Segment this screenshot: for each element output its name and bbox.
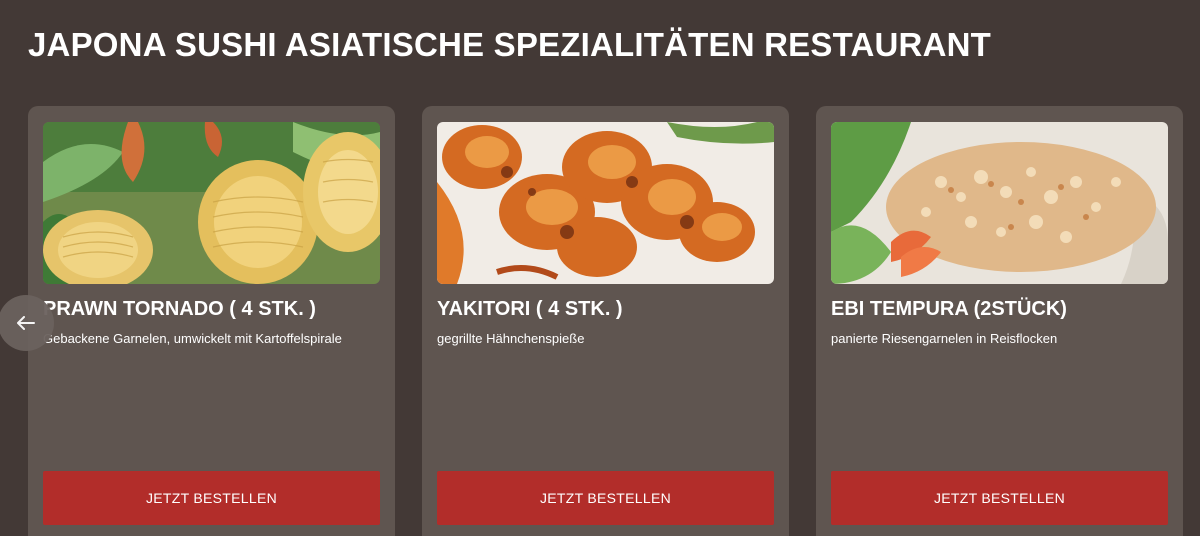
prawn-tornado-image (43, 122, 380, 284)
order-button[interactable]: JETZT BESTELLEN (437, 471, 774, 525)
menu-card-prawn-tornado: PRAWN TORNADO ( 4 STK. ) Gebackene Garne… (28, 106, 395, 536)
menu-card-yakitori: YAKITORI ( 4 STK. ) gegrillte Hähnchensp… (422, 106, 789, 536)
card-title: EBI TEMPURA (2STÜCK) (831, 298, 1067, 320)
page-title: JAPONA SUSHI ASIATISCHE SPEZIALITÄTEN RE… (28, 26, 991, 63)
prawn-tornado-photo (43, 122, 380, 284)
order-button[interactable]: JETZT BESTELLEN (43, 471, 380, 525)
menu-card-ebi-tempura: EBI TEMPURA (2STÜCK) panierte Riesengarn… (816, 106, 1183, 536)
arrow-left-icon (17, 316, 35, 330)
ebi-tempura-photo (831, 122, 1168, 284)
carousel-prev-button[interactable] (0, 295, 54, 351)
menu-page: JAPONA SUSHI ASIATISCHE SPEZIALITÄTEN RE… (0, 0, 1200, 536)
yakitori-photo (437, 122, 774, 284)
card-title: PRAWN TORNADO ( 4 STK. ) (43, 298, 316, 320)
card-title: YAKITORI ( 4 STK. ) (437, 298, 623, 320)
ebi-tempura-image (831, 122, 1168, 284)
card-description: gegrillte Hähnchenspieße (437, 331, 585, 346)
card-description: panierte Riesengarnelen in Reisflocken (831, 331, 1058, 346)
card-description: Gebackene Garnelen, umwickelt mit Kartof… (43, 331, 342, 346)
order-button[interactable]: JETZT BESTELLEN (831, 471, 1168, 525)
yakitori-image (437, 122, 774, 284)
